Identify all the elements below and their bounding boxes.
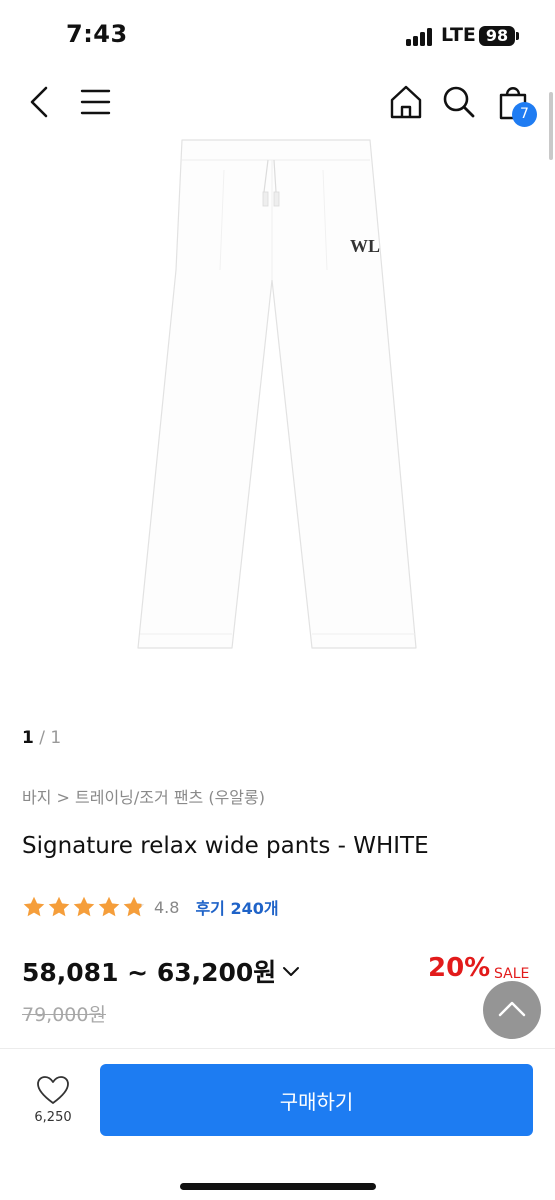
star-icon <box>98 896 120 917</box>
heart-icon <box>37 1076 69 1104</box>
sale-label: SALE <box>494 966 530 982</box>
pager-total: 1 <box>50 728 62 748</box>
product-title: Signature relax wide pants - WHITE <box>22 833 429 859</box>
star-icon <box>73 896 95 917</box>
home-indicator <box>180 1183 376 1190</box>
pager-current: 1 <box>22 728 34 748</box>
price-range[interactable]: 58,081 ~ 63,200원 <box>22 953 276 989</box>
product-image[interactable]: WL <box>120 130 435 660</box>
scroll-to-top-button[interactable] <box>483 981 541 1039</box>
like-button[interactable]: 6,250 <box>28 1074 78 1132</box>
rating-stars <box>22 895 146 919</box>
buy-button[interactable]: 구매하기 <box>100 1064 533 1136</box>
star-icon <box>123 896 145 917</box>
product-logo: WL <box>350 236 380 256</box>
image-pager: 1 / 1 <box>22 728 61 748</box>
divider <box>0 1048 555 1049</box>
home-icon[interactable] <box>384 80 428 124</box>
network-label: LTE <box>441 24 476 46</box>
chevron-up-icon <box>498 1001 526 1017</box>
battery-icon: 98 <box>479 26 515 46</box>
breadcrumb[interactable]: 바지 > 트레이닝/조거 팬츠 (우알롱) <box>22 784 265 808</box>
rating-row[interactable]: 4.8 후기 240개 <box>22 894 279 920</box>
chevron-down-icon[interactable] <box>282 966 300 978</box>
signal-icon <box>406 28 436 46</box>
back-icon[interactable] <box>18 80 62 124</box>
top-nav <box>0 80 555 126</box>
star-icon <box>23 896 45 917</box>
review-count-link[interactable]: 후기 240개 <box>195 895 278 919</box>
pager-separator: / <box>33 728 51 748</box>
search-icon[interactable] <box>437 80 481 124</box>
star-icon <box>48 896 70 917</box>
rating-score: 4.8 <box>154 897 180 917</box>
status-time: 7:43 <box>66 20 128 48</box>
status-bar: 7:43 LTE 98 <box>0 0 555 70</box>
page-scrollbar[interactable] <box>549 92 553 160</box>
cart-count-badge: 7 <box>512 102 537 127</box>
like-count: 6,250 <box>34 1110 72 1125</box>
original-price: 79,000원 <box>22 1004 106 1026</box>
discount-rate: 20% <box>428 953 491 983</box>
menu-icon[interactable] <box>73 80 117 124</box>
battery-tip <box>516 32 519 40</box>
